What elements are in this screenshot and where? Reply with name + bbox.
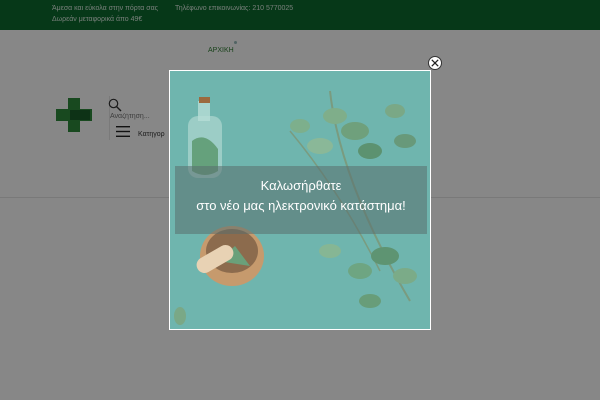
welcome-banner: Καλωσήρθατε στο νέο μας ηλεκτρονικό κατά… (175, 166, 427, 234)
welcome-heading: Καλωσήρθατε (260, 178, 342, 193)
welcome-subheading: στο νέο μας ηλεκτρονικό κατάστημα! (196, 198, 406, 213)
close-icon (431, 59, 439, 67)
welcome-popup: Καλωσήρθατε στο νέο μας ηλεκτρονικό κατά… (169, 70, 431, 330)
eucalyptus-image: Καλωσήρθατε στο νέο μας ηλεκτρονικό κατά… (170, 71, 430, 329)
popup-close-button[interactable] (428, 56, 442, 70)
